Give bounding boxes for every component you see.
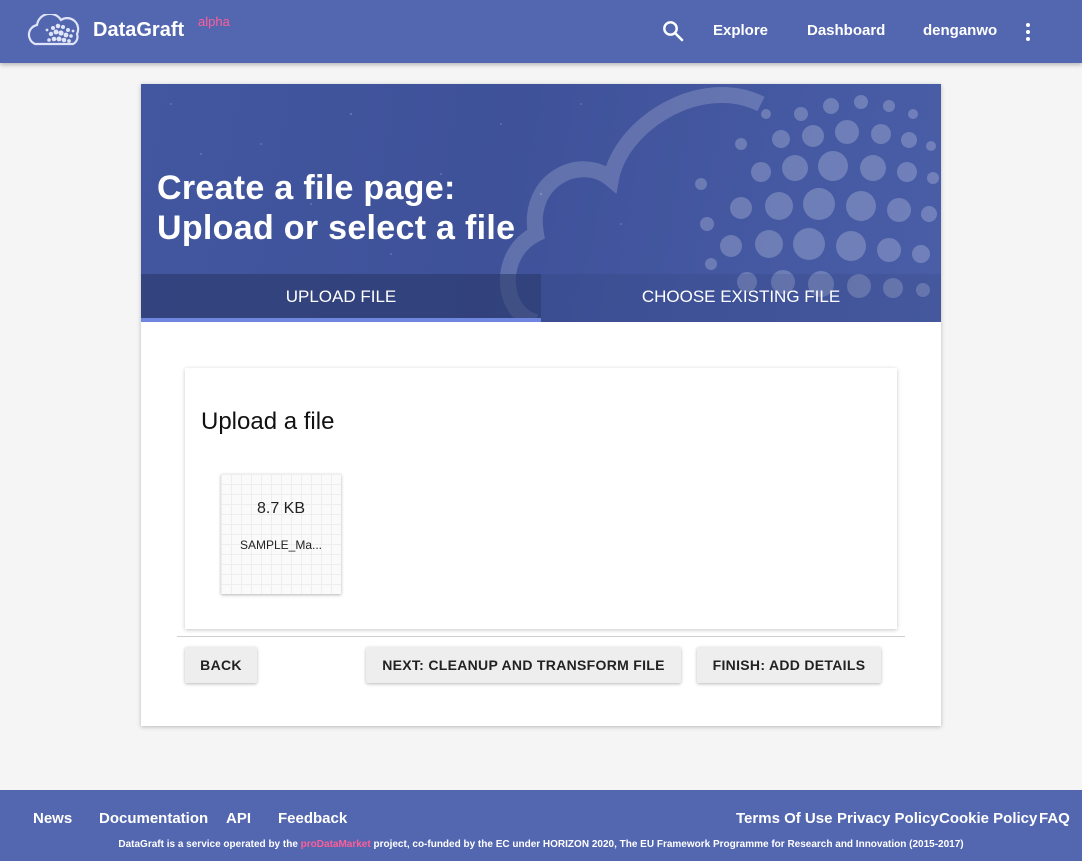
file-name: SAMPLE_Ma...: [239, 538, 323, 552]
user-menu-link[interactable]: denganwo: [923, 22, 997, 39]
create-file-card: Create a file page: Upload or select a f…: [141, 84, 941, 726]
footer-credit-text-rest: project, co-funded by the EC under HORIZ…: [370, 839, 964, 850]
footer-link-faq[interactable]: FAQ: [1039, 810, 1070, 827]
page-title: Create a file page: Upload or select a f…: [157, 168, 515, 248]
active-tab-indicator: [141, 318, 541, 322]
footer-credit: DataGraft is a service operated by the p…: [0, 839, 1082, 850]
next-cleanup-transform-button[interactable]: NEXT: CLEANUP AND TRANSFORM FILE: [366, 647, 681, 683]
tab-upload-file[interactable]: UPLOAD FILE: [141, 274, 541, 322]
footer-link-cookie[interactable]: Cookie Policy: [939, 810, 1037, 827]
back-button[interactable]: BACK: [185, 647, 257, 683]
page-title-line-2: Upload or select a file: [157, 209, 516, 247]
footer-link-api[interactable]: API: [226, 810, 251, 827]
brand-alpha-badge: alpha: [198, 14, 230, 29]
footer-link-privacy[interactable]: Privacy Policy: [837, 810, 939, 827]
hero-banner: Create a file page: Upload or select a f…: [141, 84, 941, 322]
footer-link-terms[interactable]: Terms Of Use: [736, 810, 832, 827]
brand-home-link[interactable]: DataGraft alpha: [27, 14, 230, 48]
finish-add-details-button[interactable]: FINISH: ADD DETAILS: [697, 647, 881, 683]
footer-link-documentation[interactable]: Documentation: [99, 810, 208, 827]
upload-panel-title: Upload a file: [201, 408, 335, 435]
uploaded-file-thumbnail[interactable]: 8.7 KB SAMPLE_Ma...: [221, 474, 341, 594]
file-size: 8.7 KB: [256, 500, 306, 517]
top-app-bar: DataGraft alpha Explore Dashboard dengan…: [0, 0, 1082, 63]
cloud-logo-icon: [27, 14, 80, 46]
nav-dashboard-link[interactable]: Dashboard: [807, 22, 885, 39]
actions-divider: [177, 636, 905, 637]
upload-panel: Upload a file 8.7 KB SAMPLE_Ma...: [185, 368, 897, 629]
nav-explore-link[interactable]: Explore: [713, 22, 768, 39]
more-vert-icon[interactable]: [1020, 20, 1036, 44]
source-tabs: UPLOAD FILE CHOOSE EXISTING FILE: [141, 274, 941, 322]
tab-choose-existing-file[interactable]: CHOOSE EXISTING FILE: [541, 274, 941, 322]
site-footer: News Documentation API Feedback Terms Of…: [0, 790, 1082, 861]
search-icon[interactable]: [662, 20, 684, 42]
brand-name: DataGraft: [93, 19, 185, 41]
footer-credit-project-link[interactable]: proDataMarket: [301, 839, 371, 850]
footer-link-feedback[interactable]: Feedback: [278, 810, 347, 827]
footer-link-news[interactable]: News: [33, 810, 72, 827]
page-title-line-1: Create a file page:: [157, 169, 456, 207]
footer-credit-text: DataGraft is a service operated by the: [118, 839, 301, 850]
